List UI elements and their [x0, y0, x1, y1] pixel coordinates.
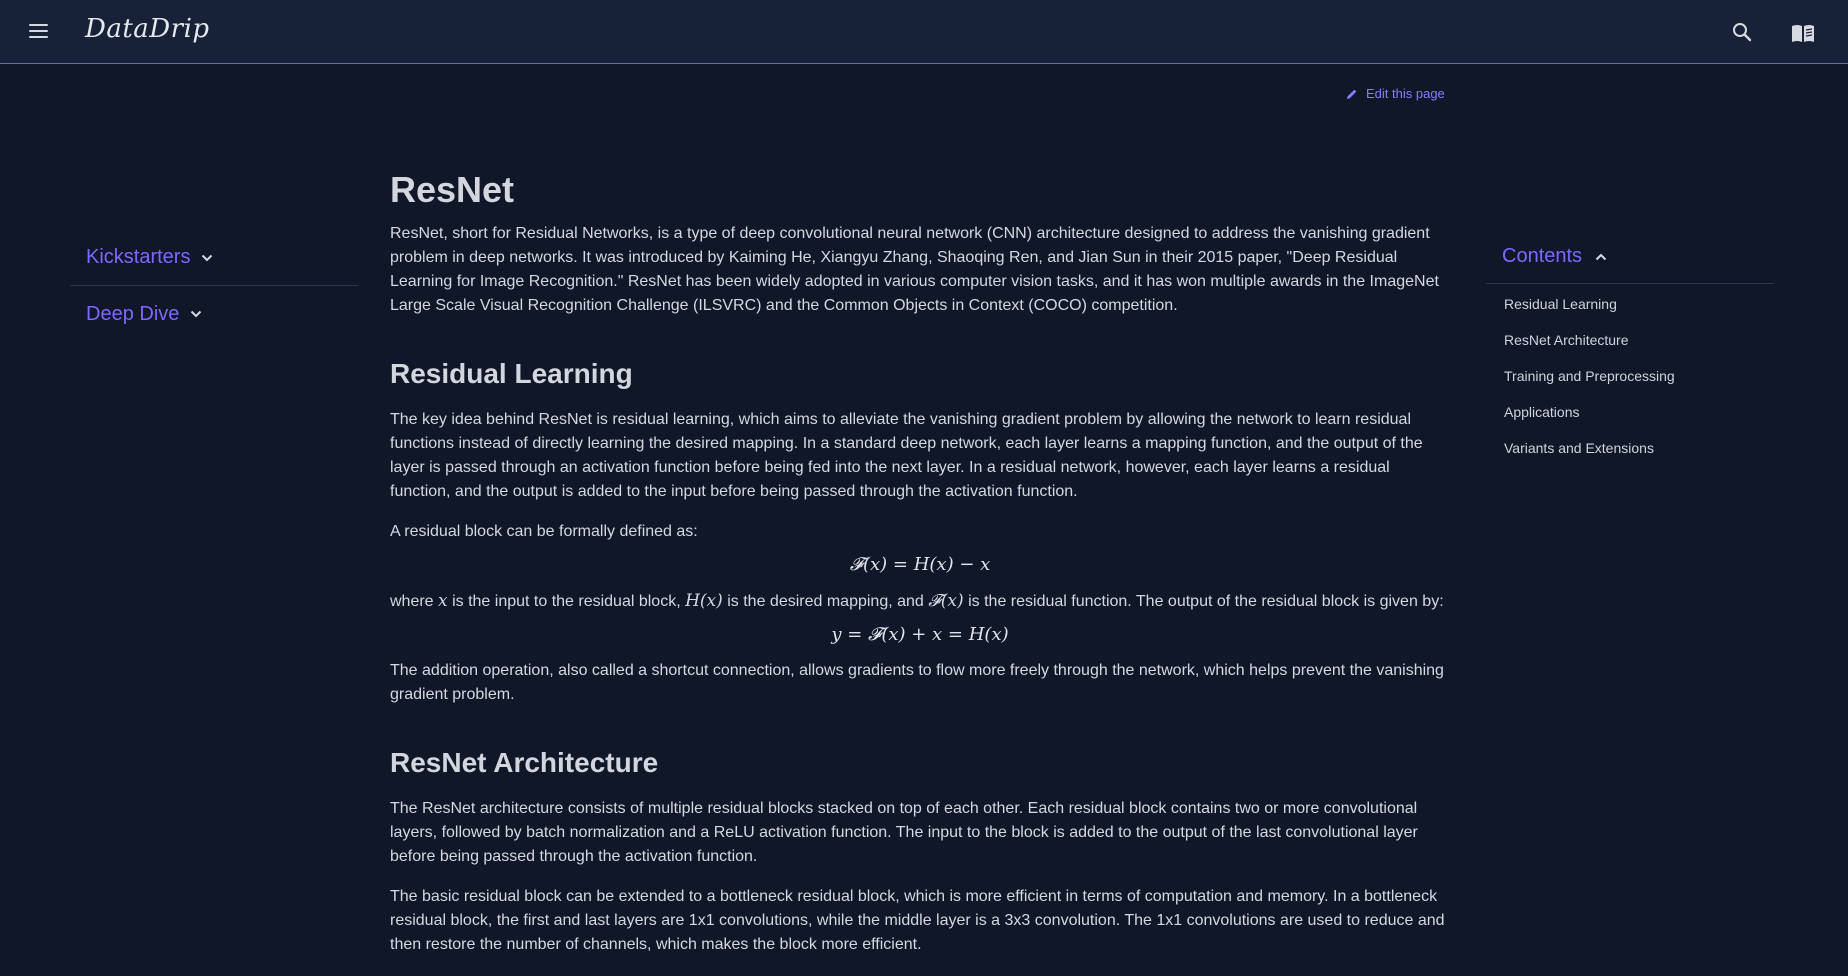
text-fragment: is the input to the residual block,	[447, 593, 686, 610]
top-app-bar: DataDrip	[0, 0, 1848, 64]
text-fragment: where	[390, 593, 439, 610]
edit-page-link[interactable]: Edit this page	[1346, 86, 1445, 101]
article-content: ResNet ResNet, short for Residual Networ…	[390, 160, 1450, 973]
toc-item-applications[interactable]: Applications	[1504, 400, 1774, 436]
toc-item-residual-learning[interactable]: Residual Learning	[1504, 292, 1774, 328]
nav-item-kickstarters[interactable]: Kickstarters	[70, 230, 358, 286]
architecture-paragraph-2: The basic residual block can be extended…	[390, 888, 1445, 953]
section-heading-resnet-architecture: ResNet Architecture	[390, 747, 659, 778]
residual-learning-paragraph-4: The addition operation, also called a sh…	[390, 662, 1444, 703]
math-hx: H(x)	[685, 591, 723, 611]
book-icon[interactable]	[1790, 20, 1816, 46]
nav-item-label: Deep Dive	[86, 302, 180, 325]
math-x: x	[438, 591, 448, 611]
intro-paragraph: ResNet, short for Residual Networks, is …	[390, 225, 1439, 314]
toc-item-training-and-preprocessing[interactable]: Training and Preprocessing	[1504, 364, 1774, 400]
toc-item-variants-and-extensions[interactable]: Variants and Extensions	[1504, 436, 1774, 472]
pencil-icon	[1347, 89, 1357, 99]
page-title: ResNet	[390, 169, 515, 210]
left-sidebar-nav: Kickstarters Deep Dive	[70, 230, 358, 342]
residual-learning-paragraph-3: where x is the input to the residual blo…	[390, 589, 1450, 614]
equation-residual-function: 𝓕(x) = H(x) − x	[849, 554, 991, 575]
chevron-down-icon	[191, 310, 202, 318]
text-fragment: is the residual function. The output of …	[963, 593, 1444, 610]
text-fragment: is the desired mapping, and	[722, 593, 929, 610]
toc-list: Residual Learning ResNet Architecture Tr…	[1486, 284, 1774, 472]
search-icon[interactable]	[1730, 20, 1754, 44]
nav-item-label: Kickstarters	[86, 246, 191, 268]
chevron-up-icon	[1595, 253, 1607, 260]
residual-learning-paragraph-2: A residual block can be formally defined…	[390, 523, 698, 540]
residual-learning-paragraph-1: The key idea behind ResNet is residual l…	[390, 411, 1423, 500]
architecture-paragraph-1: The ResNet architecture consists of mult…	[390, 800, 1418, 865]
chevron-down-icon	[202, 254, 213, 261]
toc-item-resnet-architecture[interactable]: ResNet Architecture	[1504, 328, 1774, 364]
brand-logo[interactable]: DataDrip	[85, 14, 210, 44]
math-fx: 𝓕(x)	[928, 591, 964, 611]
nav-item-deep-dive[interactable]: Deep Dive	[70, 286, 358, 342]
toc-toggle[interactable]: Contents	[1486, 230, 1774, 284]
menu-icon[interactable]	[29, 22, 51, 40]
equation-block-output: y = 𝓕(x) + x = H(x)	[831, 624, 1009, 645]
edit-page-label: Edit this page	[1366, 86, 1445, 101]
toc-title: Contents	[1502, 245, 1583, 267]
section-heading-residual-learning: Residual Learning	[390, 358, 633, 389]
table-of-contents: Contents Residual Learning ResNet Archit…	[1486, 230, 1774, 472]
